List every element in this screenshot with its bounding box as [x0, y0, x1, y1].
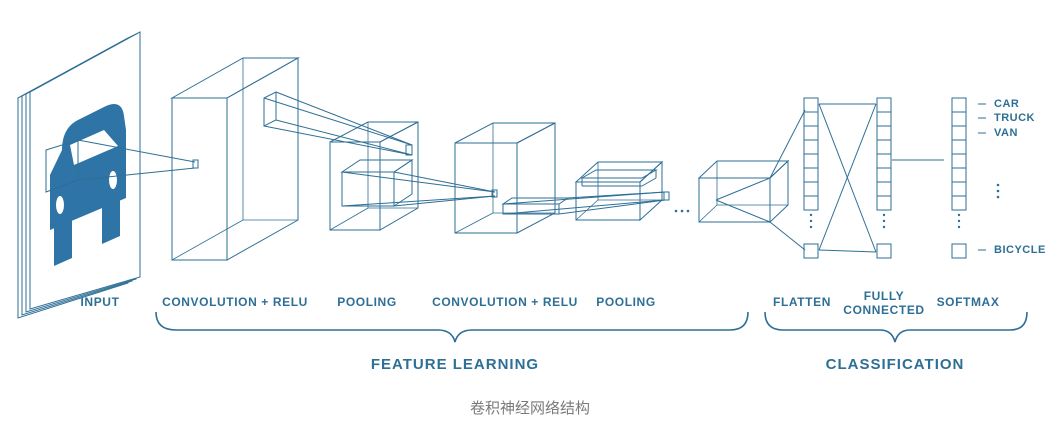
fc-cell	[877, 98, 891, 112]
flatten-cell	[804, 126, 818, 140]
pool1-volume	[330, 122, 497, 230]
last-feature-volume	[699, 110, 805, 250]
flatten-cell	[804, 140, 818, 154]
flatten-label: FLATTEN	[773, 295, 831, 309]
softmax-cell	[952, 154, 966, 168]
class-label-car: CAR	[994, 98, 1020, 110]
class-ellipsis	[996, 183, 1000, 199]
pool2-label: POOLING	[596, 295, 656, 309]
softmax-dots	[957, 225, 961, 229]
flatten-cell	[804, 182, 818, 196]
fully-connected-label-line2: CONNECTED	[843, 303, 925, 317]
fc-cell	[877, 126, 891, 140]
softmax-label: SOFTMAX	[936, 295, 1000, 309]
conv1-label: CONVOLUTION + RELU	[162, 295, 308, 309]
flatten-cell	[804, 154, 818, 168]
feature-learning-label: FEATURE LEARNING	[370, 356, 540, 373]
fc-cell	[877, 112, 891, 126]
flatten-cell	[804, 98, 818, 112]
softmax-last-cell	[952, 244, 966, 258]
softmax-cell	[952, 112, 966, 126]
figure-caption: 卷积神经网络结构	[469, 399, 590, 417]
flatten-dots	[809, 219, 813, 223]
flatten-last-cell	[804, 244, 818, 258]
softmax-dots	[957, 219, 961, 223]
fc-dots	[882, 219, 886, 223]
class-label-van: VAN	[994, 127, 1018, 139]
fc-dots	[882, 213, 886, 217]
fc-dots	[882, 225, 886, 229]
fully-connected-column	[877, 98, 891, 258]
softmax-cell	[952, 168, 966, 182]
flatten-dots	[809, 225, 813, 229]
ellipsis-dots	[674, 209, 690, 213]
softmax-cell	[952, 98, 966, 112]
fc-cell	[877, 140, 891, 154]
class-label-bicycle: BICYCLE	[994, 244, 1046, 256]
class-ticks	[978, 104, 986, 250]
flatten-cell	[804, 112, 818, 126]
fc-last-cell	[877, 244, 891, 258]
softmax-cell	[952, 126, 966, 140]
flatten-column	[804, 98, 818, 258]
softmax-column	[952, 98, 966, 258]
classification-label: CLASSIFICATION	[825, 356, 965, 373]
softmax-cell	[952, 196, 966, 210]
fc-cell	[877, 168, 891, 182]
fully-connected-label-line1: FULLY	[863, 289, 905, 303]
input-label: INPUT	[80, 295, 120, 309]
pool2-volume	[576, 162, 669, 220]
feature-learning-brace	[156, 312, 748, 342]
input-image	[18, 32, 140, 318]
softmax-cell	[952, 140, 966, 154]
fc-cell	[877, 196, 891, 210]
flatten-cell	[804, 196, 818, 210]
cnn-diagram: INPUT CONVOLUTION + RELU POOLING CONVOLU…	[0, 0, 1059, 430]
softmax-dots	[957, 213, 961, 217]
softmax-cell	[952, 182, 966, 196]
flatten-dots	[809, 213, 813, 217]
fc-cell	[877, 182, 891, 196]
pool1-label: POOLING	[337, 295, 397, 309]
class-label-truck: TRUCK	[994, 112, 1035, 124]
fc-cell	[877, 154, 891, 168]
flatten-cell	[804, 168, 818, 182]
conv2-label: CONVOLUTION + RELU	[432, 295, 578, 309]
